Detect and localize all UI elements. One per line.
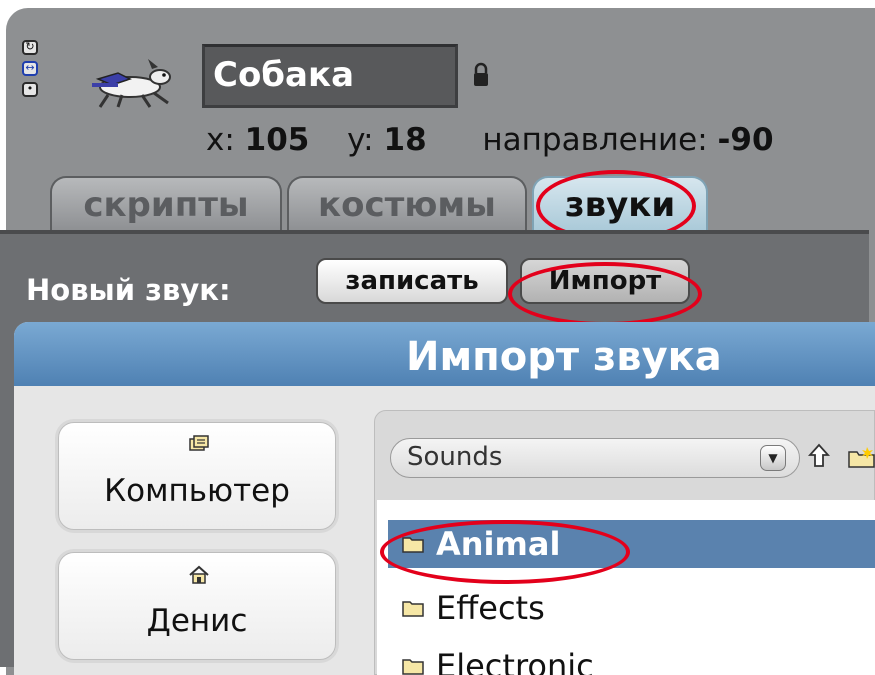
folder-icon: [402, 659, 424, 675]
place-home-label: Денис: [146, 603, 248, 639]
tab-scripts[interactable]: скрипты: [50, 176, 282, 232]
import-sound-dialog: Импорт звука Компьютер Денис Sounds ▼ An…: [14, 322, 875, 675]
left-right-icon[interactable]: ↔: [22, 61, 38, 76]
file-name: Effects: [436, 589, 545, 627]
file-row-effects[interactable]: Effects: [388, 584, 875, 632]
folder-select[interactable]: Sounds: [390, 438, 800, 478]
folder-icon: [402, 537, 424, 553]
lock-icon[interactable]: [472, 62, 490, 88]
file-name: Electronic: [436, 647, 594, 675]
place-home-button[interactable]: Денис: [58, 552, 336, 660]
file-row-electronic[interactable]: Electronic: [388, 642, 875, 675]
direction-value: -90: [717, 122, 774, 158]
sprite-name-field[interactable]: Собака: [202, 44, 458, 108]
computer-icon: [189, 435, 209, 451]
folder-icon: [402, 601, 424, 617]
dialog-title: Импорт звука: [406, 334, 722, 380]
home-icon: [189, 565, 209, 584]
new-sound-label: Новый звук:: [26, 273, 231, 307]
x-label: x:: [206, 122, 235, 158]
chevron-down-icon[interactable]: ▼: [760, 445, 786, 471]
place-computer-label: Компьютер: [104, 473, 290, 509]
y-value: 18: [383, 122, 427, 158]
dog-sprite-icon: [92, 59, 171, 108]
file-name: Animal: [436, 525, 561, 563]
x-value: 105: [244, 122, 310, 158]
place-computer-button[interactable]: Компьютер: [58, 422, 336, 530]
folder-up-icon[interactable]: [808, 442, 830, 472]
tab-costumes[interactable]: костюмы: [287, 176, 527, 232]
rotate-icon[interactable]: ↻: [22, 40, 38, 55]
file-row-animal[interactable]: Animal: [388, 520, 875, 568]
sprite-coordinates: x: 105 y: 18 направление: -90: [206, 122, 774, 158]
y-label: y:: [347, 122, 374, 158]
new-folder-icon[interactable]: [848, 446, 875, 468]
no-rotate-icon[interactable]: •: [22, 82, 38, 97]
direction-label: направление:: [482, 122, 708, 158]
record-button[interactable]: записать: [316, 258, 508, 304]
import-button[interactable]: Импорт: [520, 258, 690, 304]
tab-sounds[interactable]: звуки: [532, 176, 708, 232]
